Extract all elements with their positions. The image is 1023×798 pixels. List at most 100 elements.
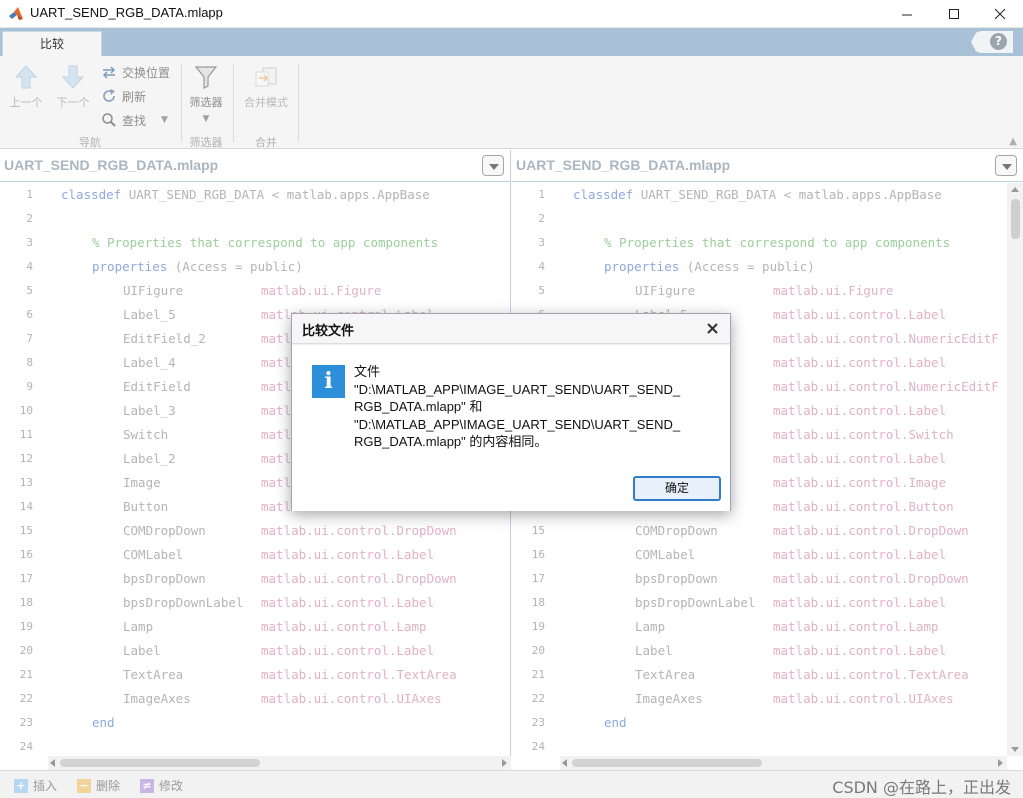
property-name: Label [123,643,161,658]
code-line: 20 Label matlab.ui.control.Label [512,639,1023,663]
property-type: matlab.ui.control.TextArea [261,667,457,682]
dialog-titlebar: 比较文件 [292,314,730,344]
code-text: Imagematlab.ui.control.Image [123,471,434,495]
code-token: UART_SEND_RGB_DATA < matlab.apps.AppBase [633,187,942,202]
legend-delete: − 删除 [77,777,120,794]
property-type: matlab.ui.control.Label [773,595,947,610]
legend-insert: + 插入 [14,777,57,794]
help-icon[interactable]: ? [990,33,1007,50]
line-number: 24 [19,740,33,753]
filter-icon [194,66,218,89]
line-number: 14 [19,500,33,513]
line-number: 19 [19,620,33,633]
property-name: COMLabel [635,547,696,562]
code-text: classdef UART_SEND_RGB_DATA < matlab.app… [61,183,430,207]
line-number: 11 [19,428,33,441]
line-number: 23 [19,716,33,729]
scroll-left-icon[interactable] [50,759,55,767]
line-number: 19 [531,620,545,633]
property-type: matlab.ui.control.Label [773,643,947,658]
property-type: matlab.ui.control.Label [261,547,435,562]
collapse-toolstrip-icon[interactable]: ▲ [1009,136,1017,147]
right-pane-header: UART_SEND_RGB_DATA.mlapp [512,150,1023,182]
code-line: 1 classdef UART_SEND_RGB_DATA < matlab.ap… [0,183,510,207]
scroll-thumb[interactable] [1011,199,1020,239]
tab-compare[interactable]: 比较 [2,31,102,56]
code-text: bpsDropDownLabel matlab.ui.control.Label [635,591,946,615]
arrow-down-icon [61,65,85,89]
previous-button[interactable]: 上一个 [5,64,47,110]
keyword-token: classdef [61,187,122,202]
scroll-up-icon[interactable] [1011,187,1019,192]
dialog-message-line: "D:\MATLAB_APP\IMAGE_UART_SEND\UART_SEND… [354,381,681,397]
property-type: matlab.ui.control.DropDown [261,523,457,538]
property-name: UIFigure [635,283,696,298]
refresh-button[interactable]: 刷新 [101,86,146,106]
property-type: matlab.ui.control.TextArea [773,667,969,682]
filter-button[interactable]: 筛选器 ▼ [185,64,227,124]
close-window-button[interactable] [977,0,1023,28]
chevron-down-icon: ▼ [161,115,168,125]
line-number: 2 [538,212,545,225]
right-vertical-scrollbar[interactable] [1007,183,1023,756]
code-line: 4 properties (Access = public) [0,255,510,279]
code-line: 23 end [512,711,1023,735]
maximize-button[interactable] [931,0,977,28]
scroll-down-icon[interactable] [1011,747,1019,752]
arrow-up-icon [14,65,38,89]
dialog-close-button[interactable] [702,318,722,338]
code-text: TextArea matlab.ui.control.TextArea [123,663,457,687]
property-type: matlab.ui.control.Label [261,643,435,658]
property-name: Label [635,643,673,658]
scroll-right-icon[interactable] [502,759,507,767]
left-pane-dropdown[interactable] [482,155,504,176]
property-type: matlab.ui.control.Label [773,403,947,418]
property-name: EditField [123,379,191,394]
merge-mode-button[interactable]: 合并模式 [240,64,292,110]
property-type: matlab.ui.Figure [773,283,894,298]
property-type: matlab.ui.control.NumericEditF [773,331,999,346]
right-pane-dropdown[interactable] [995,155,1017,176]
line-number: 17 [531,572,545,585]
find-button[interactable]: 查找 ▼ [101,110,168,130]
minimize-button[interactable] [884,0,930,28]
swap-sides-button[interactable]: 交换位置 [101,62,170,82]
code-line: 2 [0,207,510,231]
property-name: bpsDropDown [123,571,206,586]
right-horizontal-scrollbar[interactable] [560,756,1007,770]
left-horizontal-scrollbar[interactable] [48,756,511,770]
code-line: 17 bpsDropDown matlab.ui.control.DropDown [512,567,1023,591]
modify-label: 修改 [159,779,184,793]
code-line: 18 bpsDropDownLabel matlab.ui.control.Labe… [512,591,1023,615]
scroll-thumb[interactable] [572,759,762,767]
code-line: 21 TextArea matlab.ui.control.TextArea [512,663,1023,687]
scroll-left-icon[interactable] [562,759,567,767]
line-number: 3 [26,236,33,249]
code-text: % Properties that correspond to app comp… [92,231,438,255]
line-number: 5 [538,284,545,297]
toolstrip-separator [233,64,234,142]
dialog-message-line: 文件 [354,364,381,379]
next-button[interactable]: 下一个 [52,64,94,110]
line-number: 1 [538,188,545,201]
comment-token: % Properties that correspond to app comp… [604,235,951,250]
toolstrip-separator [181,64,182,142]
info-icon: i [312,365,345,398]
property-name: Button [123,499,169,514]
scroll-right-icon[interactable] [998,759,1003,767]
ok-button[interactable]: 确定 [633,476,721,501]
scroll-thumb[interactable] [60,759,260,767]
line-number: 4 [538,260,545,273]
delete-icon: − [77,778,91,793]
code-text: bpsDropDown matlab.ui.control.DropDown [635,567,969,591]
line-number: 2 [26,212,33,225]
close-icon [706,322,718,334]
property-name: EditField_2 [123,331,206,346]
property-name: COMDropDown [635,523,718,538]
property-name: Label_3 [123,403,176,418]
code-text: Lamp matlab.ui.control.Lamp [123,615,427,639]
code-text: end [604,711,627,735]
code-line: 15 COMDropDown matlab.ui.control.DropDown [0,519,510,543]
property-name: ImageAxes [123,691,191,706]
code-line: 16 COMLabel matlab.ui.control.Label [0,543,510,567]
